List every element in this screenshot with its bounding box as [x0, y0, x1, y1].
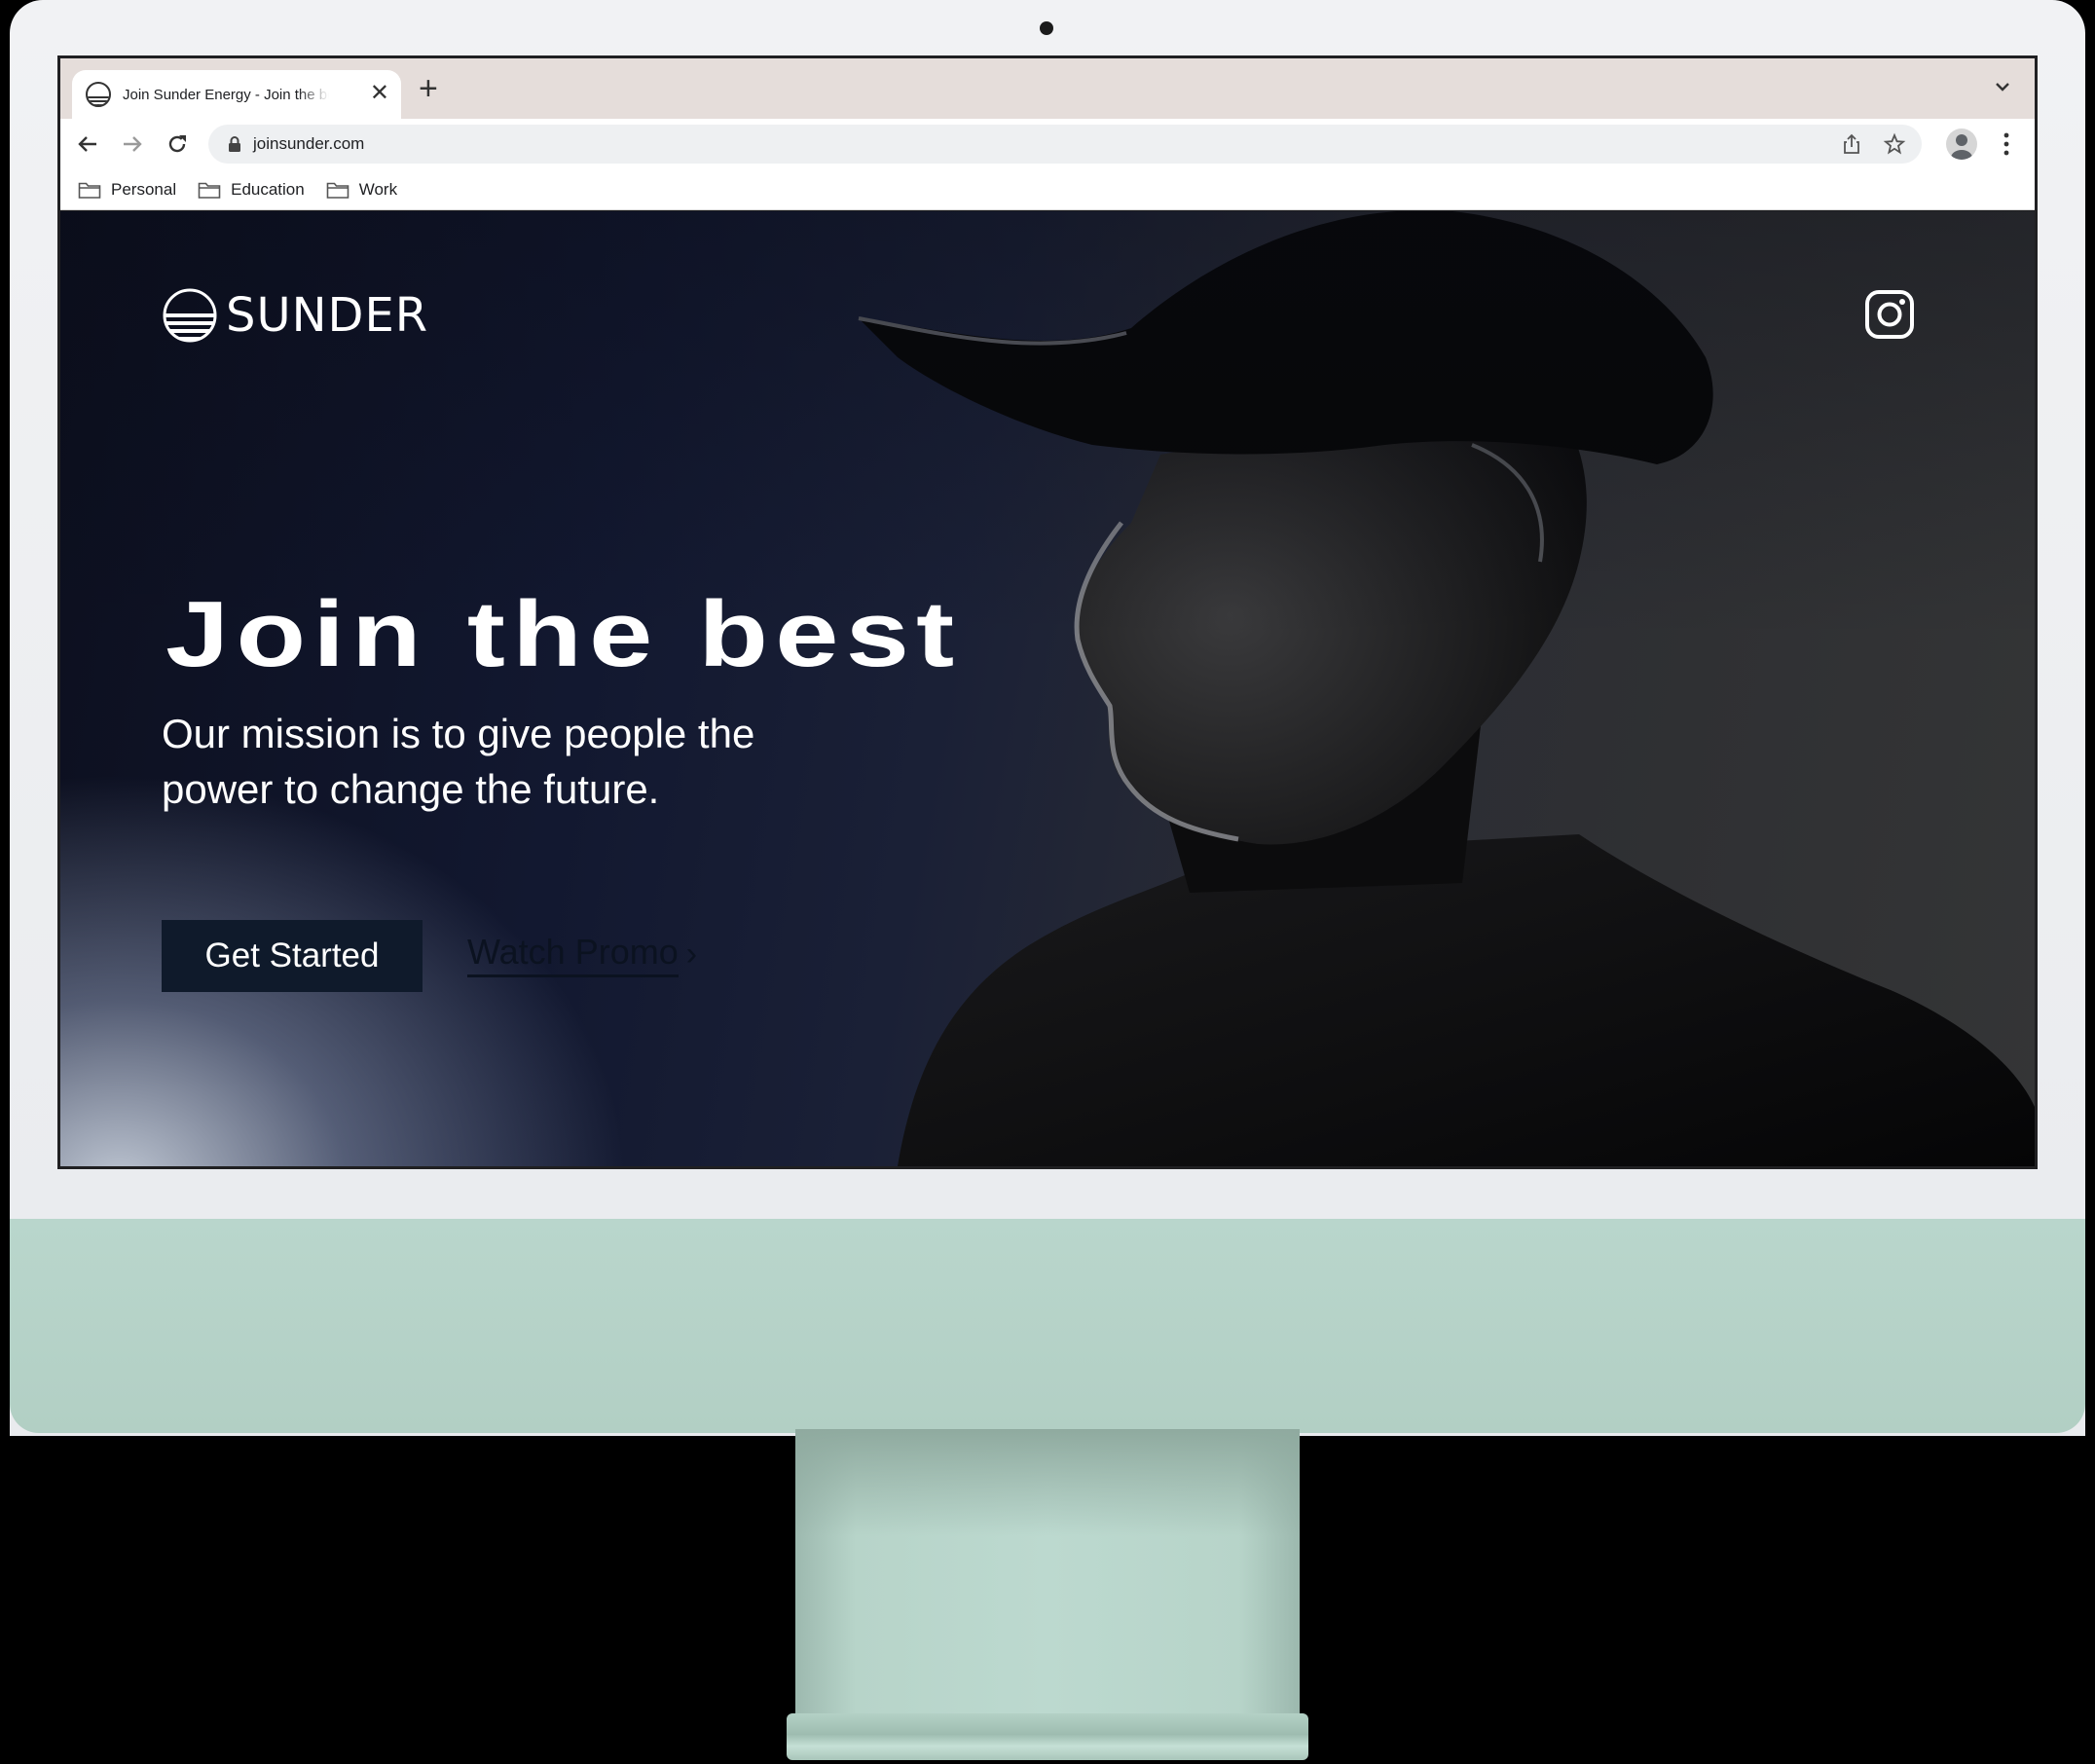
folder-icon	[326, 182, 349, 199]
sunder-favicon-icon	[86, 82, 111, 107]
hero-photo	[858, 211, 2035, 1166]
tab-strip: Join Sunder Energy - Join the best ✕ +	[60, 58, 2035, 119]
hero-title: Join the best	[165, 582, 962, 686]
sunder-sun-icon	[163, 288, 217, 343]
lock-icon	[229, 136, 240, 152]
browser-toolbar: joinsunder.com	[60, 119, 2035, 169]
bookmark-folder-education[interactable]: Education	[198, 180, 305, 200]
hero-subtitle: Our mission is to give people the power …	[162, 711, 755, 812]
person-icon	[1951, 134, 1972, 160]
folder-icon	[198, 182, 221, 199]
sunder-logo[interactable]: SUNDER	[162, 287, 428, 344]
imac-stand-foot	[787, 1713, 1308, 1760]
back-arrow-icon[interactable]	[74, 130, 101, 158]
browser-window: Join Sunder Energy - Join the best ✕ + j…	[57, 55, 2038, 1169]
bookmarks-bar: Personal Education Work	[60, 169, 2035, 210]
imac-chin	[10, 1219, 2085, 1433]
bookmark-star-icon[interactable]	[1883, 132, 1906, 156]
url-text: joinsunder.com	[253, 134, 365, 153]
logo-wordmark: SUNDER	[226, 288, 429, 343]
watch-promo-label: Watch Promo	[467, 932, 679, 977]
camera-icon	[1040, 21, 1053, 35]
get-started-button[interactable]: Get Started	[162, 920, 423, 992]
watch-promo-link[interactable]: Watch Promo ›	[467, 932, 697, 977]
bookmark-folder-personal[interactable]: Personal	[78, 180, 176, 200]
folder-icon	[78, 182, 101, 199]
instagram-icon[interactable]	[1864, 289, 1915, 340]
reload-icon[interactable]	[164, 130, 191, 158]
bookmark-label: Work	[358, 179, 398, 199]
chevron-down-icon[interactable]	[1992, 76, 2013, 97]
bookmark-label: Personal	[111, 179, 177, 199]
new-tab-button[interactable]: +	[419, 72, 438, 105]
chevron-right-icon: ›	[685, 936, 698, 973]
more-menu-icon[interactable]	[2002, 130, 2011, 158]
bookmark-folder-work[interactable]: Work	[326, 180, 397, 200]
close-tab-icon[interactable]: ✕	[370, 82, 389, 105]
imac-stand	[795, 1429, 1300, 1721]
forward-arrow-icon[interactable]	[119, 130, 146, 158]
address-bar[interactable]: joinsunder.com	[208, 125, 1922, 164]
profile-avatar[interactable]	[1946, 129, 1977, 160]
tab-title: Join Sunder Energy - Join the best	[123, 86, 329, 103]
tab-active[interactable]: Join Sunder Energy - Join the best ✕	[72, 70, 401, 119]
share-icon[interactable]	[1840, 132, 1863, 156]
hero-section: SUNDER Join the best Our mission is to g…	[60, 211, 2035, 1166]
bookmark-label: Education	[231, 179, 305, 199]
